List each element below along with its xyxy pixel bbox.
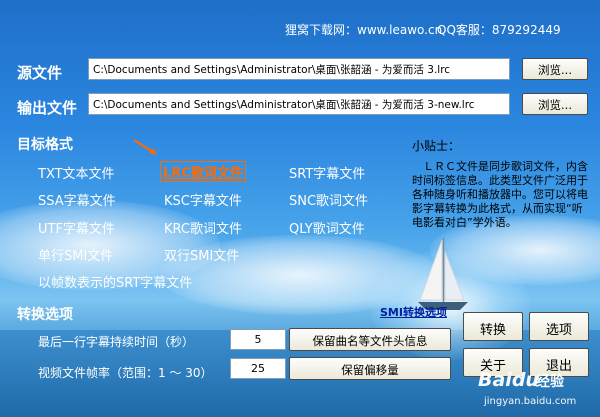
format-option-lrc[interactable]: LRC歌词文件 xyxy=(160,161,246,182)
source-file-label: 源文件 xyxy=(17,64,63,82)
keep-header-button[interactable]: 保留曲名等文件头信息 xyxy=(289,328,451,351)
convert-button[interactable]: 转换 xyxy=(463,312,523,341)
format-option-txt[interactable]: TXT文本文件 xyxy=(38,163,115,182)
format-option-snc[interactable]: SNC歌词文件 xyxy=(289,190,368,209)
target-format-label: 目标格式 xyxy=(17,137,73,153)
output-browse-button[interactable]: 浏览... xyxy=(522,93,588,115)
last-line-duration-input[interactable]: 5 xyxy=(230,329,286,350)
source-browse-button[interactable]: 浏览... xyxy=(522,58,588,80)
format-option-ssa[interactable]: SSA字幕文件 xyxy=(38,190,116,209)
output-path-input[interactable]: C:\Documents and Settings\Administrator\… xyxy=(88,93,510,115)
last-line-duration-label: 最后一行字幕持续时间（秒） xyxy=(38,335,195,349)
site-label: 狸窝下载网：www.leawo.cn xyxy=(285,23,443,37)
source-path-input[interactable]: C:\Documents and Settings\Administrator\… xyxy=(88,58,510,80)
format-option-ksc[interactable]: KSC字幕文件 xyxy=(164,190,242,209)
format-option-utf[interactable]: UTF字幕文件 xyxy=(38,218,115,237)
tips-body: ＬＲＣ文件是同步歌词文件，内含时间标签信息。此类型文件广泛用于各种随身听和播放器… xyxy=(412,160,588,229)
framerate-label: 视频文件帧率（范围：1 ～ 30） xyxy=(38,366,213,380)
watermark-url: jingyan.baidu.com xyxy=(484,396,577,407)
watermark-brand: Baidu xyxy=(478,369,539,391)
framerate-input[interactable]: 25 xyxy=(230,358,286,379)
keep-offset-button[interactable]: 保留偏移量 xyxy=(289,357,451,380)
format-option-smi-double[interactable]: 双行SMI文件 xyxy=(164,245,239,264)
format-option-smi-single[interactable]: 单行SMI文件 xyxy=(38,245,113,264)
qq-label: QQ客服：879292449 xyxy=(437,23,561,37)
tips-title: 小贴士： xyxy=(412,139,461,153)
conversion-options-label: 转换选项 xyxy=(17,307,73,323)
output-file-label: 输出文件 xyxy=(17,99,78,117)
arrow-icon xyxy=(133,139,157,155)
format-option-krc[interactable]: KRC歌词文件 xyxy=(164,218,242,237)
format-option-srt-frames[interactable]: 以帧数表示的SRT字幕文件 xyxy=(38,272,192,291)
format-option-qly[interactable]: QLY歌词文件 xyxy=(289,218,365,237)
smi-options-link[interactable]: SMI转换选项 xyxy=(380,304,447,320)
options-button[interactable]: 选项 xyxy=(529,312,589,341)
watermark-brand-cn: 经验 xyxy=(536,374,564,390)
format-option-srt[interactable]: SRT字幕文件 xyxy=(289,163,365,182)
app-window: 狸窝下载网：www.leawo.cn QQ客服：879292449 源文件 C:… xyxy=(0,0,600,417)
